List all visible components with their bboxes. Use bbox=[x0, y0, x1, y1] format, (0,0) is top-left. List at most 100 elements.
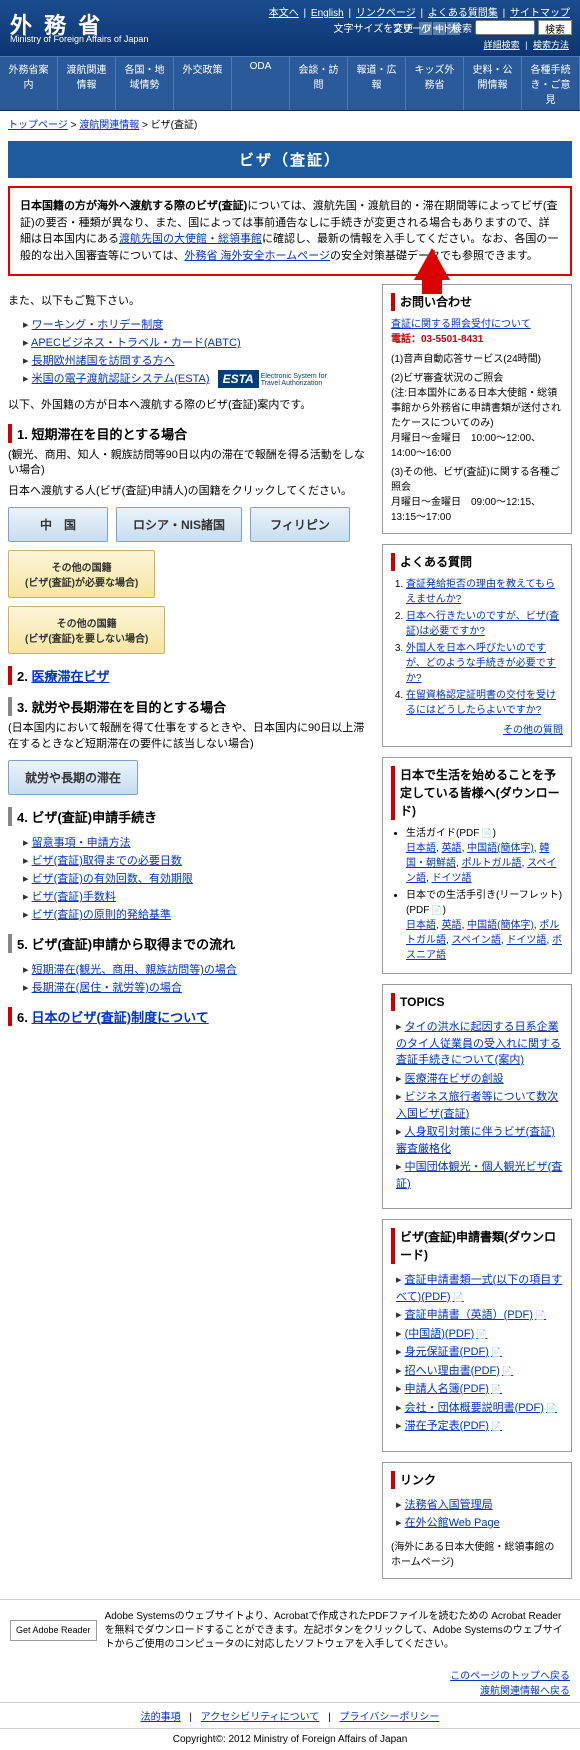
docs-items-6[interactable]: 会社・団体概要説明書(PDF) bbox=[405, 1402, 558, 1414]
other-visa-required-button[interactable]: その他の国籍 (ビザ(査証)が必要な場合) bbox=[8, 550, 155, 598]
russia-nis-button[interactable]: ロシア・NIS諸国 bbox=[116, 507, 242, 542]
english-link[interactable]: English bbox=[311, 8, 344, 19]
docs-items-5[interactable]: 申請人名簿(PDF) bbox=[405, 1383, 503, 1395]
dl1-4[interactable]: ポルトガル語 bbox=[462, 858, 522, 869]
search-button[interactable]: 検索 bbox=[538, 20, 572, 35]
nav-item-0[interactable]: 外務省案内 bbox=[0, 57, 58, 110]
dl2-5[interactable]: ドイツ語 bbox=[506, 935, 546, 946]
page-title: ビザ（査証） bbox=[8, 141, 572, 178]
visa-system-link[interactable]: 日本のビザ(査証)制度について bbox=[31, 1010, 208, 1025]
sec5-links-1[interactable]: 長期滞在(居住・就労等)の場合 bbox=[32, 982, 182, 994]
search-input[interactable] bbox=[475, 20, 535, 35]
nav-item-8[interactable]: 史料・公開情報 bbox=[464, 57, 522, 110]
docs-items-3[interactable]: 身元保証書(PDF) bbox=[405, 1346, 503, 1358]
embassy-link[interactable]: 渡航先国の大使館・総領事館 bbox=[119, 233, 262, 245]
privacy-link[interactable]: プライバシーポリシー bbox=[340, 1712, 440, 1723]
europe-visit[interactable]: 長期欧州諸国を訪問する方へ bbox=[32, 355, 175, 367]
site-logo-sub: Ministry of Foreign Affairs of Japan bbox=[10, 34, 148, 44]
links-box: リンク 法務省入国管理局 在外公館Web Page (海外にある日本大使館・総領… bbox=[382, 1462, 572, 1579]
topics-items-3[interactable]: 人身取引対策に伴うビザ(査証)審査厳格化 bbox=[396, 1126, 555, 1155]
sec4-links-3[interactable]: ビザ(査証)手数料 bbox=[32, 891, 116, 903]
faq-items-1[interactable]: 日本へ行きたいのですが、ビザ(査証)は必要ですか? bbox=[406, 611, 559, 637]
sitemap-link[interactable]: サイトマップ bbox=[510, 8, 570, 19]
working-holiday[interactable]: ワーキング・ホリデー制度 bbox=[32, 319, 164, 331]
sec5-heading: 5. ビザ(査証)申請から取得までの流れ bbox=[8, 934, 372, 953]
sec2-heading: 2. 医療滞在ビザ bbox=[8, 666, 372, 685]
nav-item-1[interactable]: 渡航関連情報 bbox=[58, 57, 116, 110]
dl2-0[interactable]: 日本語 bbox=[406, 920, 436, 931]
page-top-link[interactable]: このページのトップへ戻る bbox=[10, 1667, 570, 1682]
docs-items-4[interactable]: 招へい理由書(PDF) bbox=[405, 1365, 514, 1377]
dl1-1[interactable]: 英語 bbox=[442, 843, 462, 854]
topics-items-4[interactable]: 中国団体観光・個人観光ビザ(査証) bbox=[396, 1161, 562, 1190]
dl2-4[interactable]: スペイン語 bbox=[452, 935, 501, 946]
advanced-search[interactable]: 詳細検索 bbox=[484, 40, 520, 50]
main-nav: 外務省案内渡航関連情報各国・地域情勢外交政策ODA会談・訪問報道・広報キッズ外務… bbox=[0, 56, 580, 111]
esta-badge: ESTAElectronic System forTravel Authoriz… bbox=[218, 370, 327, 388]
nav-item-2[interactable]: 各国・地域情勢 bbox=[116, 57, 174, 110]
dl1-0[interactable]: 日本語 bbox=[406, 843, 436, 854]
moj-link[interactable]: 法務省入国管理局 bbox=[405, 1499, 493, 1511]
adobe-notice: Get Adobe Reader Adobe Systemsのウェブサイトより、… bbox=[0, 1599, 580, 1662]
bc-top[interactable]: トップページ bbox=[8, 120, 68, 131]
sec5-links-0[interactable]: 短期滞在(観光、商用、親族訪問等)の場合 bbox=[32, 964, 237, 976]
safety-link[interactable]: 外務省 海外安全ホームページ bbox=[184, 250, 330, 262]
adobe-reader-button[interactable]: Get Adobe Reader bbox=[10, 1620, 97, 1641]
sec3-heading: 3. 就労や長期滞在を目的とする場合 bbox=[8, 697, 372, 716]
skip-link[interactable]: 本文へ bbox=[269, 8, 299, 19]
docs-items-0[interactable]: 査証申請書類一式(以下の項目すべて)(PDF) bbox=[396, 1274, 562, 1303]
dl1-6[interactable]: ドイツ語 bbox=[432, 873, 472, 884]
a11y-link[interactable]: アクセシビリティについて bbox=[201, 1712, 320, 1723]
nav-item-9[interactable]: 各種手続き・ご意見 bbox=[522, 57, 580, 110]
other-visa-exempt-button[interactable]: その他の国籍 (ビザ(査証)を要しない場合) bbox=[8, 606, 165, 654]
dl1-2[interactable]: 中国語(簡体字) bbox=[467, 843, 534, 854]
sec4-links-4[interactable]: ビザ(査証)の原則的発給基準 bbox=[32, 909, 171, 921]
embassy-web-link[interactable]: 在外公館Web Page bbox=[405, 1517, 500, 1529]
faq-box: よくある質問 査証発給拒否の理由を教えてもらえませんか?日本へ行きたいのですが、… bbox=[382, 544, 572, 747]
topics-items-2[interactable]: ビジネス旅行者等について数次入国ビザ(査証) bbox=[396, 1091, 558, 1120]
intro-links: ワーキング・ホリデー制度 APECビジネス・トラベル・カード(ABTC) 長期欧… bbox=[23, 316, 372, 388]
sec4-links-2[interactable]: ビザ(査証)の有効回数、有効期限 bbox=[32, 873, 193, 885]
nav-item-6[interactable]: 報道・広報 bbox=[348, 57, 406, 110]
legal-link[interactable]: 法的事項 bbox=[141, 1712, 181, 1723]
arrow-icon bbox=[414, 248, 450, 280]
docs-items-2[interactable]: (中国語)(PDF) bbox=[405, 1328, 488, 1340]
medical-visa-link[interactable]: 医療滞在ビザ bbox=[31, 669, 109, 684]
topics-items-0[interactable]: タイの洪水に起因する日系企業のタイ人従業員の受入れに関する査証手続きについて(案… bbox=[396, 1021, 561, 1066]
faq-link[interactable]: よくある質問集 bbox=[428, 8, 498, 19]
notice-box: 日本国籍の方が海外へ渡航する際のビザ(査証)については、渡航先国・渡航目的・滞在… bbox=[8, 186, 572, 276]
footer-page-links: このページのトップへ戻る 渡航関連情報へ戻る bbox=[0, 1662, 580, 1702]
back-link[interactable]: 渡航関連情報へ戻る bbox=[10, 1682, 570, 1697]
topics-items-1[interactable]: 医療滞在ビザの創設 bbox=[405, 1073, 504, 1085]
header-top-links: 本文へ | English | リンクページ | よくある質問集 | サイトマッ… bbox=[267, 4, 572, 19]
docs-items-1[interactable]: 査証申請書（英語）(PDF) bbox=[405, 1309, 547, 1321]
esta-link[interactable]: 米国の電子渡航認証システム(ESTA) bbox=[32, 373, 210, 385]
apec-card[interactable]: APECビジネス・トラベル・カード(ABTC) bbox=[31, 337, 241, 349]
work-longstay-button[interactable]: 就労や長期の滞在 bbox=[8, 760, 138, 795]
dl2-1[interactable]: 英語 bbox=[442, 920, 462, 931]
topics-box: TOPICS タイの洪水に起因する日系企業のタイ人従業員の受入れに関する査証手続… bbox=[382, 984, 572, 1209]
dl2-2[interactable]: 中国語(簡体字) bbox=[467, 920, 534, 931]
link-page[interactable]: リンクページ bbox=[356, 8, 416, 19]
bc-travel[interactable]: 渡航関連情報 bbox=[79, 120, 139, 131]
philippines-button[interactable]: フィリピン bbox=[250, 507, 350, 542]
download-box: 日本で生活を始めることを予定している皆様へ(ダウンロード) 生活ガイド(PDF)… bbox=[382, 757, 572, 974]
faq-items-0[interactable]: 査証発給拒否の理由を教えてもらえませんか? bbox=[406, 579, 555, 605]
sec4-links-0[interactable]: 留意事項・申請方法 bbox=[32, 837, 131, 849]
nav-item-5[interactable]: 会談・訪問 bbox=[290, 57, 348, 110]
docs-items-7[interactable]: 滞在予定表(PDF) bbox=[405, 1420, 503, 1432]
nav-item-3[interactable]: 外交政策 bbox=[174, 57, 232, 110]
faq-items-2[interactable]: 外国人を日本へ呼びたいのですが、どのような手続きが必要ですか? bbox=[406, 643, 556, 684]
copyright: Copyright©: 2012 Ministry of Foreign Aff… bbox=[0, 1728, 580, 1750]
faq-more[interactable]: その他の質問 bbox=[503, 725, 563, 736]
nav-item-4[interactable]: ODA bbox=[232, 57, 290, 110]
inquiry-box: お問い合わせ 査証に関する照会受付について 電話：03-5501-8431 (1… bbox=[382, 284, 572, 534]
sec4-heading: 4. ビザ(査証)申請手続き bbox=[8, 807, 372, 826]
china-button[interactable]: 中 国 bbox=[8, 507, 108, 542]
nav-item-7[interactable]: キッズ外務省 bbox=[406, 57, 464, 110]
faq-items-3[interactable]: 在留資格認定証明書の交付を受けるにはどうしたらよいですか? bbox=[406, 690, 556, 716]
sec4-links-1[interactable]: ビザ(査証)取得までの必要日数 bbox=[32, 855, 182, 867]
search-help[interactable]: 検索方法 bbox=[533, 40, 569, 50]
search-sub-links: 詳細検索 | 検索方法 bbox=[481, 38, 572, 51]
inquiry-link[interactable]: 査証に関する照会受付について bbox=[391, 319, 531, 330]
